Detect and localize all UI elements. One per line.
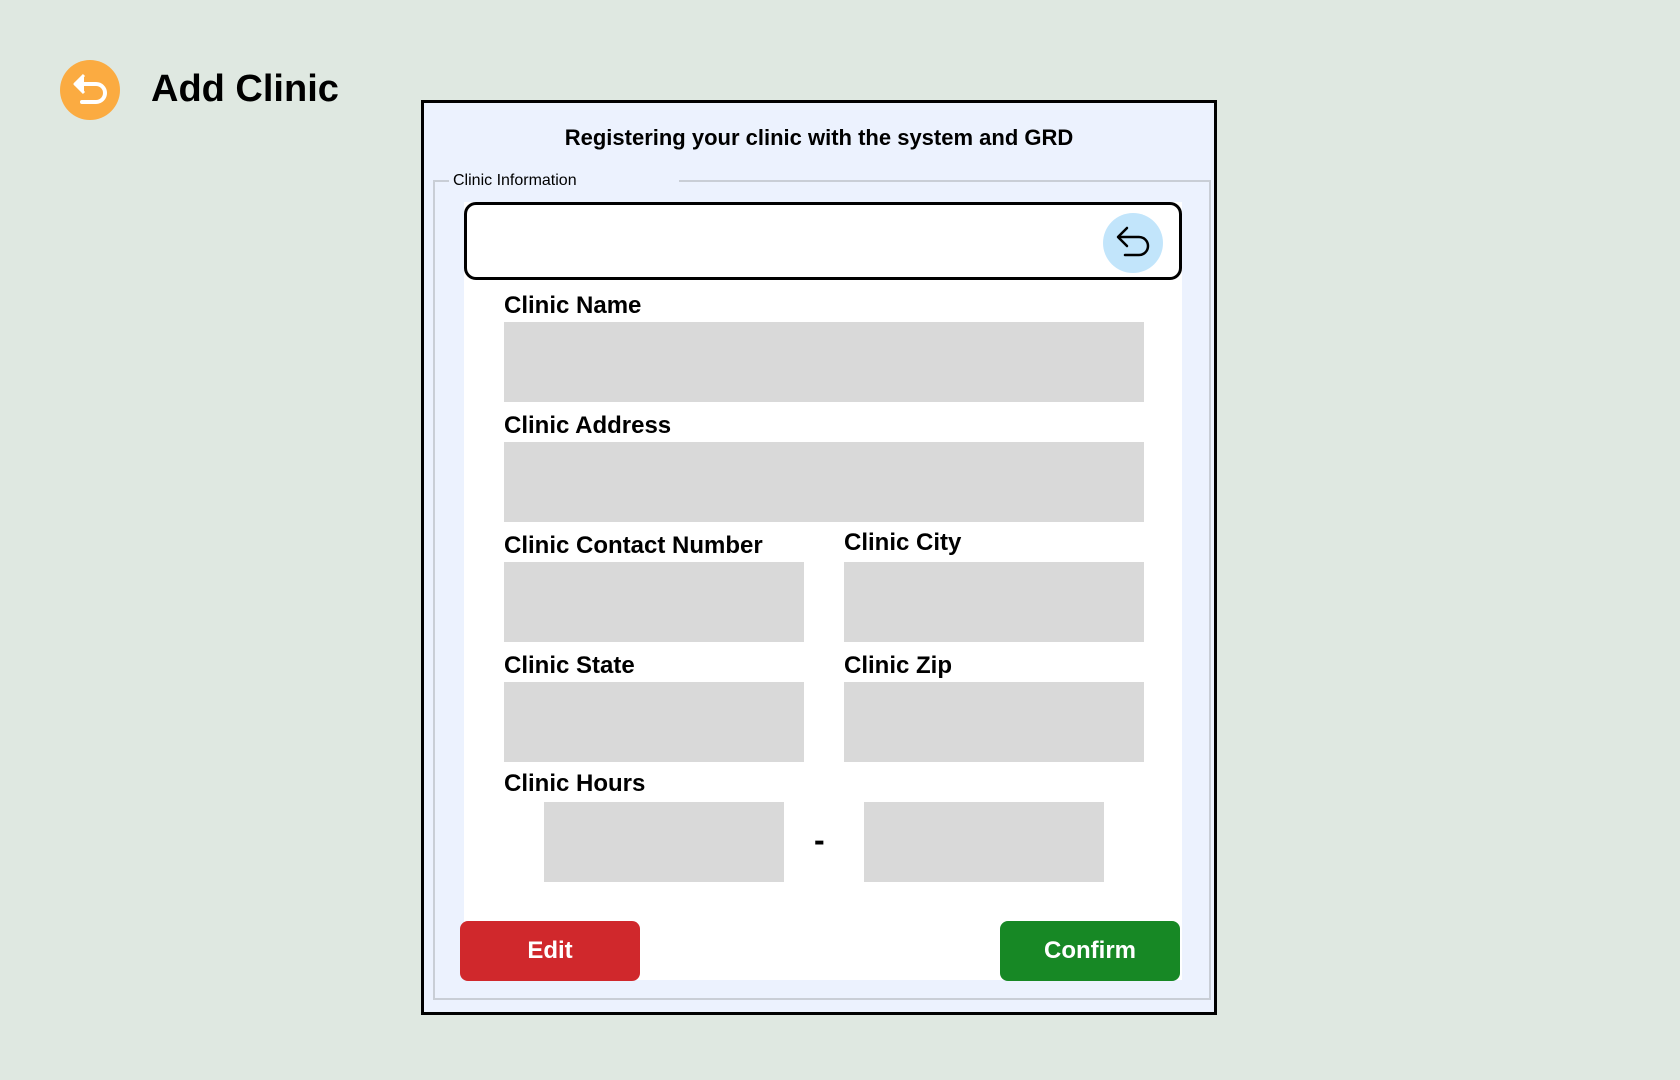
panel-heading: Registering your clinic with the system … <box>564 125 1074 150</box>
add-clinic-panel: Registering your clinic with the system … <box>421 100 1217 1015</box>
page-title: Add Clinic <box>151 68 339 110</box>
hours-separator: - <box>814 822 825 858</box>
clinic-state-input[interactable] <box>504 682 804 762</box>
bar-back-button[interactable] <box>1103 213 1163 273</box>
clinic-name-label: Clinic Name <box>504 292 642 319</box>
clinic-state-label: Clinic State <box>504 652 635 679</box>
clinic-zip-input[interactable] <box>844 682 1144 762</box>
clinic-contact-label: Clinic Contact Number <box>504 532 763 559</box>
clinic-city-label: Clinic City <box>844 529 962 556</box>
hours-start-input[interactable] <box>544 802 784 882</box>
form-area: Clinic Name Clinic Address Clinic Contac… <box>464 202 1182 980</box>
clinic-city-input[interactable] <box>844 562 1144 642</box>
clinic-information-section: Clinic Information Clinic Name Clinic Ad… <box>433 171 1211 1000</box>
confirm-button[interactable]: Confirm <box>1000 921 1180 981</box>
clinic-address-label: Clinic Address <box>504 412 672 439</box>
clinic-address-input[interactable] <box>504 442 1144 522</box>
edit-button[interactable]: Edit <box>460 921 640 981</box>
clinic-hours-label: Clinic Hours <box>504 770 646 797</box>
clinic-zip-label: Clinic Zip <box>844 652 952 679</box>
back-button[interactable] <box>60 60 120 120</box>
clinic-contact-input[interactable] <box>504 562 804 642</box>
undo-arrow-icon <box>1116 226 1150 257</box>
top-bar <box>464 202 1182 280</box>
clinic-name-input[interactable] <box>504 322 1144 402</box>
section-legend: Clinic Information <box>449 171 679 191</box>
undo-arrow-icon <box>73 73 107 104</box>
hours-end-input[interactable] <box>864 802 1104 882</box>
